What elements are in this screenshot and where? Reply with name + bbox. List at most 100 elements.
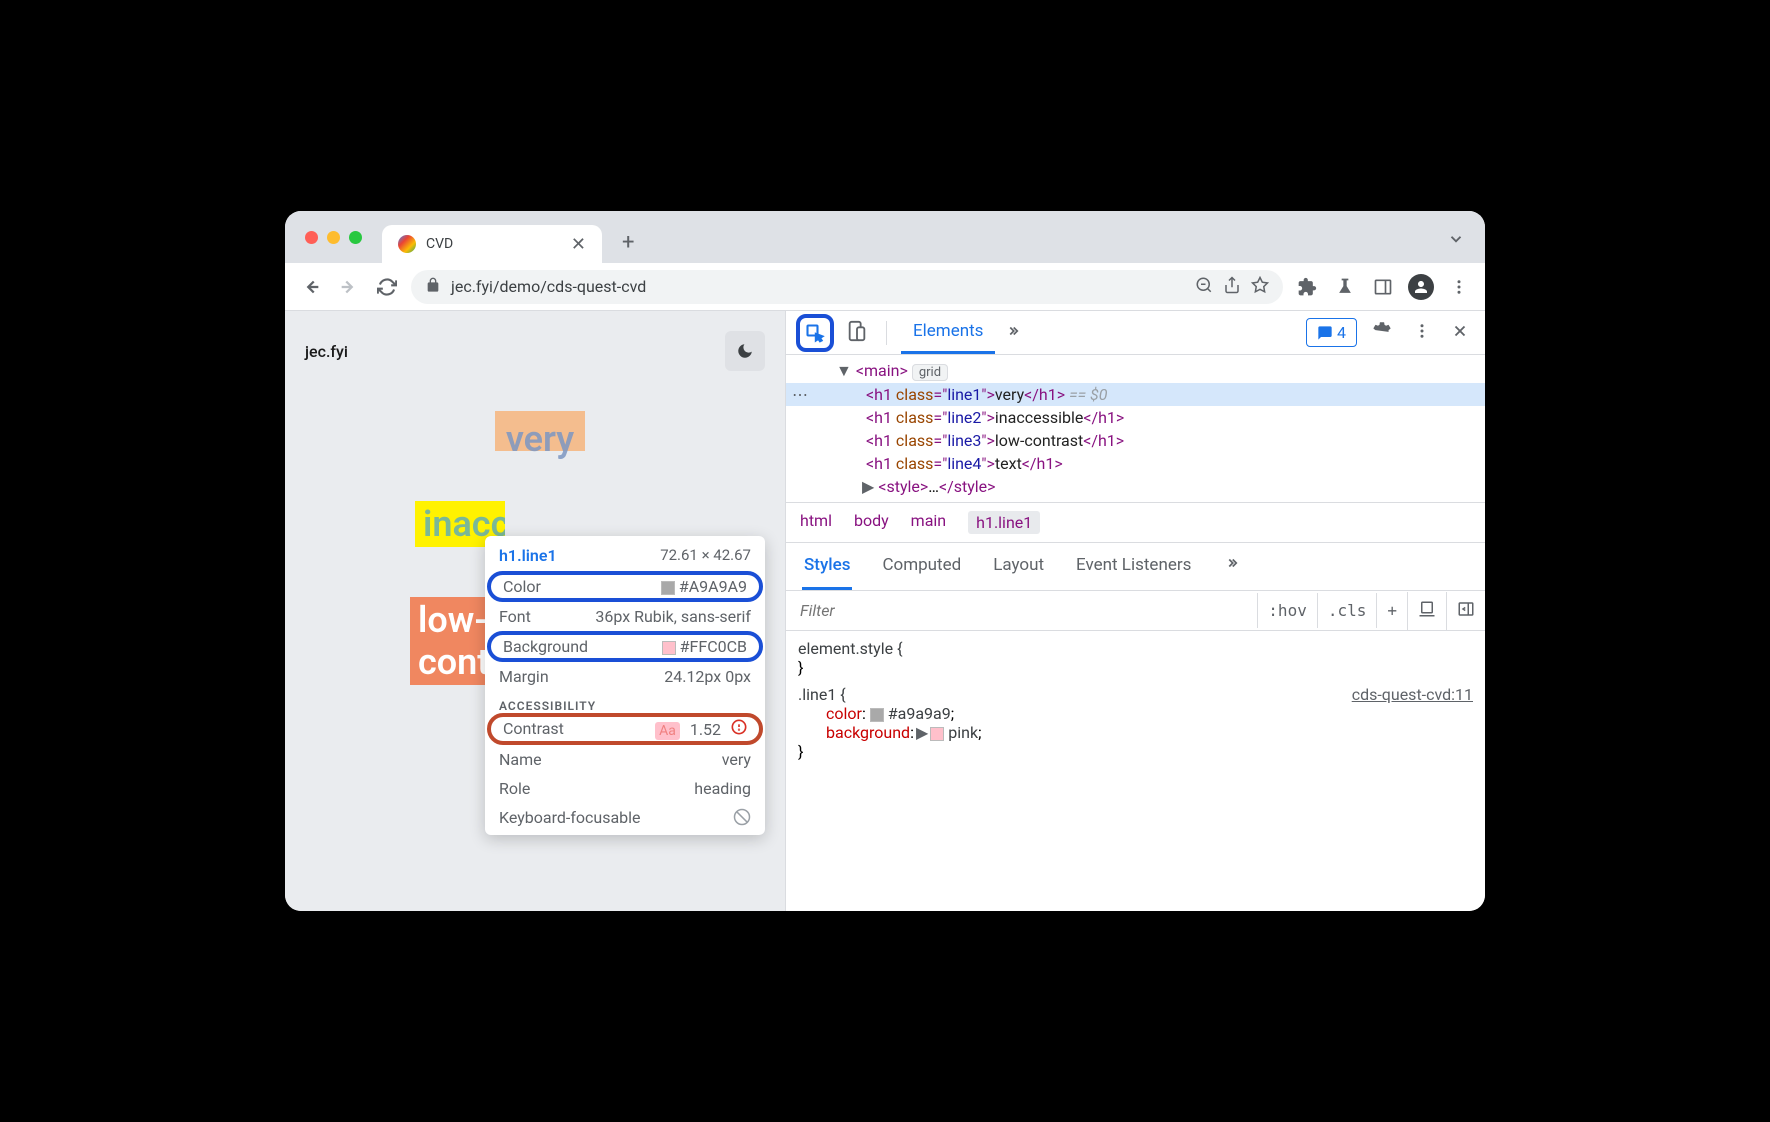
tooltip-name-row: Name very xyxy=(485,745,765,774)
page-viewport: jec.fyi very inaccessible low-contrast h… xyxy=(285,311,785,911)
tooltip-margin-value: 24.12px 0px xyxy=(664,667,751,686)
menu-button[interactable] xyxy=(1445,273,1473,301)
tooltip-contrast-value: 1.52 xyxy=(690,720,721,739)
extensions-icon[interactable] xyxy=(1293,273,1321,301)
favicon-icon xyxy=(398,235,416,253)
tooltip-bg-row: Background #FFC0CB xyxy=(487,631,763,662)
devtools-toolbar: Elements 4 xyxy=(786,311,1485,355)
cls-button[interactable]: .cls xyxy=(1317,593,1377,628)
styles-tabbar: Styles Computed Layout Event Listeners xyxy=(786,543,1485,591)
share-icon[interactable] xyxy=(1223,276,1241,298)
tab-title: CVD xyxy=(426,236,561,252)
message-icon xyxy=(1317,325,1333,341)
element-style-rule: element.style { xyxy=(798,639,1473,658)
zoom-out-icon[interactable] xyxy=(1195,276,1213,298)
devtools-panel: Elements 4 xyxy=(785,311,1485,911)
tree-node[interactable]: <h1 class="line4">text</h1> xyxy=(786,452,1485,475)
labs-icon[interactable] xyxy=(1331,273,1359,301)
add-rule-button[interactable]: + xyxy=(1376,593,1407,628)
tooltip-selector: h1.line1 xyxy=(499,546,557,565)
tabs-dropdown-button[interactable] xyxy=(1447,230,1465,252)
styles-filter-bar: :hov .cls + xyxy=(786,591,1485,631)
moon-icon xyxy=(736,342,754,360)
tab-styles[interactable]: Styles xyxy=(802,543,852,590)
tab-event-listeners[interactable]: Event Listeners xyxy=(1074,543,1193,590)
color-swatch xyxy=(661,581,675,595)
tooltip-color-row: Color #A9A9A9 xyxy=(487,571,763,602)
hov-button[interactable]: :hov xyxy=(1257,593,1317,628)
tooltip-name-label: Name xyxy=(499,750,542,769)
grid-badge[interactable]: grid xyxy=(912,364,948,381)
tooltip-color-value: #A9A9A9 xyxy=(679,577,747,596)
line1-rule-selector: .line1 { xyxy=(798,685,846,704)
maximize-window-button[interactable] xyxy=(349,231,362,244)
crumb-main[interactable]: main xyxy=(911,511,946,534)
tooltip-bg-value: #FFC0CB xyxy=(680,637,747,656)
devtools-menu-button[interactable] xyxy=(1407,322,1437,344)
page-site-title: jec.fyi xyxy=(305,342,348,361)
warning-icon xyxy=(731,720,747,739)
tooltip-kbd-label: Keyboard-focusable xyxy=(499,808,641,830)
element-tooltip: h1.line1 72.61 × 42.67 Color #A9A9A9 Fon… xyxy=(485,536,765,835)
settings-button[interactable] xyxy=(1365,320,1399,346)
sidebar-icon[interactable] xyxy=(1369,273,1397,301)
device-styles-button[interactable] xyxy=(1407,592,1446,630)
tooltip-bg-label: Background xyxy=(503,637,588,656)
back-button[interactable] xyxy=(297,273,325,301)
more-tabs-button[interactable] xyxy=(1003,323,1021,342)
close-tab-button[interactable]: ✕ xyxy=(571,234,586,255)
tooltip-role-label: Role xyxy=(499,779,530,798)
tooltip-role-row: Role heading xyxy=(485,774,765,803)
tab-layout[interactable]: Layout xyxy=(991,543,1046,590)
tree-node-selected[interactable]: <h1 class="line1">very</h1> == $0 xyxy=(786,383,1485,406)
message-count: 4 xyxy=(1337,323,1346,342)
tab-elements[interactable]: Elements xyxy=(901,311,995,354)
css-prop-background[interactable]: background:▶pink; xyxy=(798,723,1473,742)
bookmark-star-icon[interactable] xyxy=(1251,276,1269,298)
crumb-body[interactable]: body xyxy=(854,511,889,534)
more-styles-tabs-button[interactable] xyxy=(1221,543,1241,590)
tooltip-contrast-row: Contrast Aa 1.52 xyxy=(487,713,763,745)
tooltip-margin-label: Margin xyxy=(499,667,549,686)
tooltip-kbd-row: Keyboard-focusable xyxy=(485,803,765,835)
new-tab-button[interactable]: + xyxy=(622,230,634,255)
tooltip-margin-row: Margin 24.12px 0px xyxy=(485,662,765,691)
css-prop-color[interactable]: color: #a9a9a9; xyxy=(798,704,1473,723)
inspect-element-button[interactable] xyxy=(796,314,834,352)
tooltip-role-value: heading xyxy=(694,779,751,798)
tooltip-a11y-header: ACCESSIBILITY xyxy=(485,691,765,713)
crumb-html[interactable]: html xyxy=(800,511,832,534)
close-devtools-button[interactable] xyxy=(1445,322,1475,344)
elements-tree[interactable]: ▼<main>grid <h1 class="line1">very</h1> … xyxy=(786,355,1485,502)
bg-swatch-icon[interactable] xyxy=(930,727,944,741)
close-window-button[interactable] xyxy=(305,231,318,244)
tooltip-dimensions: 72.61 × 42.67 xyxy=(660,546,751,565)
styles-filter-input[interactable] xyxy=(786,591,1257,630)
theme-toggle-button[interactable] xyxy=(725,331,765,371)
tooltip-name-value: very xyxy=(722,750,751,769)
browser-tab[interactable]: CVD ✕ xyxy=(382,225,602,263)
minimize-window-button[interactable] xyxy=(327,231,340,244)
tooltip-font-label: Font xyxy=(499,607,531,626)
tab-computed[interactable]: Computed xyxy=(880,543,963,590)
forward-button[interactable] xyxy=(335,273,363,301)
lock-icon xyxy=(425,277,441,297)
reload-button[interactable] xyxy=(373,273,401,301)
bg-swatch xyxy=(662,641,676,655)
tree-node[interactable]: ▶<style>…</style> xyxy=(786,475,1485,498)
address-bar[interactable]: jec.fyi/demo/cds-quest-cvd xyxy=(411,270,1283,304)
console-messages-button[interactable]: 4 xyxy=(1306,318,1357,347)
tooltip-font-row: Font 36px Rubik, sans-serif xyxy=(485,602,765,631)
contrast-badge: Aa xyxy=(655,722,680,740)
rule-source-link[interactable]: cds-quest-cvd:11 xyxy=(1352,685,1473,704)
tree-node[interactable]: <h1 class="line3">low-contrast</h1> xyxy=(786,429,1485,452)
device-mode-button[interactable] xyxy=(842,320,872,346)
tree-node[interactable]: <h1 class="line2">inaccessible</h1> xyxy=(786,406,1485,429)
url-text: jec.fyi/demo/cds-quest-cvd xyxy=(451,277,1185,296)
window-titlebar: CVD ✕ + xyxy=(285,211,1485,263)
crumb-h1[interactable]: h1.line1 xyxy=(968,511,1040,534)
profile-avatar[interactable] xyxy=(1407,273,1435,301)
toggle-sidebar-button[interactable] xyxy=(1446,592,1485,630)
color-swatch-icon[interactable] xyxy=(870,708,884,722)
styles-content[interactable]: element.style { } .line1 { cds-quest-cvd… xyxy=(786,631,1485,769)
